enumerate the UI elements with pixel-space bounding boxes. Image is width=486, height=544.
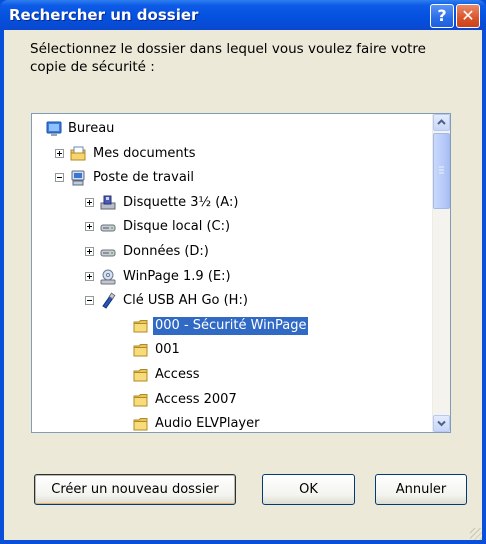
floppy-drive-icon: [99, 194, 117, 212]
scroll-up-button[interactable]: [433, 114, 450, 131]
expand-icon[interactable]: [85, 222, 94, 232]
new-folder-button[interactable]: Créer un nouveau dossier: [34, 474, 236, 505]
tree-node-label: Données (D:): [123, 244, 209, 259]
tree-node[interactable]: Access 2007: [32, 390, 432, 410]
my-documents-icon: [69, 145, 87, 163]
tree-node[interactable]: Disque local (C:): [32, 217, 432, 237]
tree-node[interactable]: Mes documents: [32, 144, 432, 164]
dialog-window: Rechercher un dossier ? ✕ Sélectionnez l…: [0, 0, 486, 544]
help-button[interactable]: ?: [430, 4, 454, 28]
tree-node[interactable]: WinPage 1.9 (E:): [32, 267, 432, 287]
folder-tree-content: Bureau Mes documents Poste de travail Disqu…: [32, 114, 432, 432]
tree-node[interactable]: Données (D:): [32, 242, 432, 262]
tree-node[interactable]: 000 - Sécurité WinPage: [32, 316, 432, 336]
folder-icon: [132, 415, 150, 432]
folder-icon: [132, 341, 150, 359]
title-bar[interactable]: Rechercher un dossier ? ✕: [0, 0, 486, 30]
usb-drive-icon: [99, 292, 117, 310]
tree-node-label: Disquette 3½ (A:): [123, 194, 239, 210]
grip-lines-icon: [439, 166, 444, 174]
tree-node-label: Poste de travail: [93, 170, 195, 186]
tree-node[interactable]: Clé USB AH Go (H:): [32, 291, 432, 311]
tree-node[interactable]: Access: [32, 365, 432, 385]
expand-icon[interactable]: [55, 148, 64, 158]
tree-node-label: 001: [155, 342, 180, 358]
chevron-down-icon: [437, 420, 446, 427]
hard-drive-icon: [99, 243, 117, 261]
scroll-down-button[interactable]: [433, 415, 450, 432]
expand-icon[interactable]: [85, 247, 94, 256]
desktop-icon: [45, 120, 63, 138]
tree-node[interactable]: Bureau: [32, 119, 432, 139]
folder-tree[interactable]: Bureau Mes documents Poste de travail Disqu…: [31, 113, 451, 433]
tree-node[interactable]: Audio ELVPlayer: [32, 414, 432, 432]
ok-button[interactable]: OK: [262, 474, 355, 505]
cancel-button[interactable]: Annuler: [375, 474, 467, 505]
close-button[interactable]: ✕: [456, 4, 480, 28]
expand-icon[interactable]: [85, 197, 94, 207]
expand-icon[interactable]: [85, 271, 94, 281]
tree-node-label: Disque local (C:): [123, 219, 231, 235]
tree-node-label: Audio ELVPlayer: [155, 416, 260, 432]
tree-node-label: Clé USB AH Go (H:): [123, 293, 248, 309]
tree-node-label: Mes documents: [93, 145, 196, 161]
window-title: Rechercher un dossier: [9, 6, 199, 24]
vertical-scrollbar[interactable]: [432, 114, 450, 432]
tree-node-label: 000 - Sécurité WinPage: [153, 316, 309, 335]
tree-node-label: WinPage 1.9 (E:): [123, 268, 231, 284]
cd-drive-icon: [99, 268, 117, 286]
my-computer-icon: [69, 169, 87, 187]
tree-node-label: Access 2007: [155, 391, 237, 407]
folder-icon: [132, 317, 150, 335]
tree-node-label: Bureau: [68, 121, 115, 136]
collapse-icon[interactable]: [85, 296, 94, 306]
instruction-text: Sélectionnez le dossier dans lequel vous…: [30, 41, 426, 75]
folder-icon: [132, 391, 150, 409]
scroll-thumb[interactable]: [433, 133, 450, 209]
resize-grip[interactable]: [470, 528, 482, 540]
hard-drive-icon: [99, 218, 117, 236]
tree-node-label: Access: [155, 367, 200, 382]
collapse-icon[interactable]: [55, 173, 64, 183]
chevron-up-icon: [437, 119, 446, 125]
tree-node[interactable]: 001: [32, 340, 432, 360]
folder-icon: [132, 366, 150, 384]
tree-node[interactable]: Poste de travail: [32, 168, 432, 188]
tree-node[interactable]: Disquette 3½ (A:): [32, 193, 432, 213]
